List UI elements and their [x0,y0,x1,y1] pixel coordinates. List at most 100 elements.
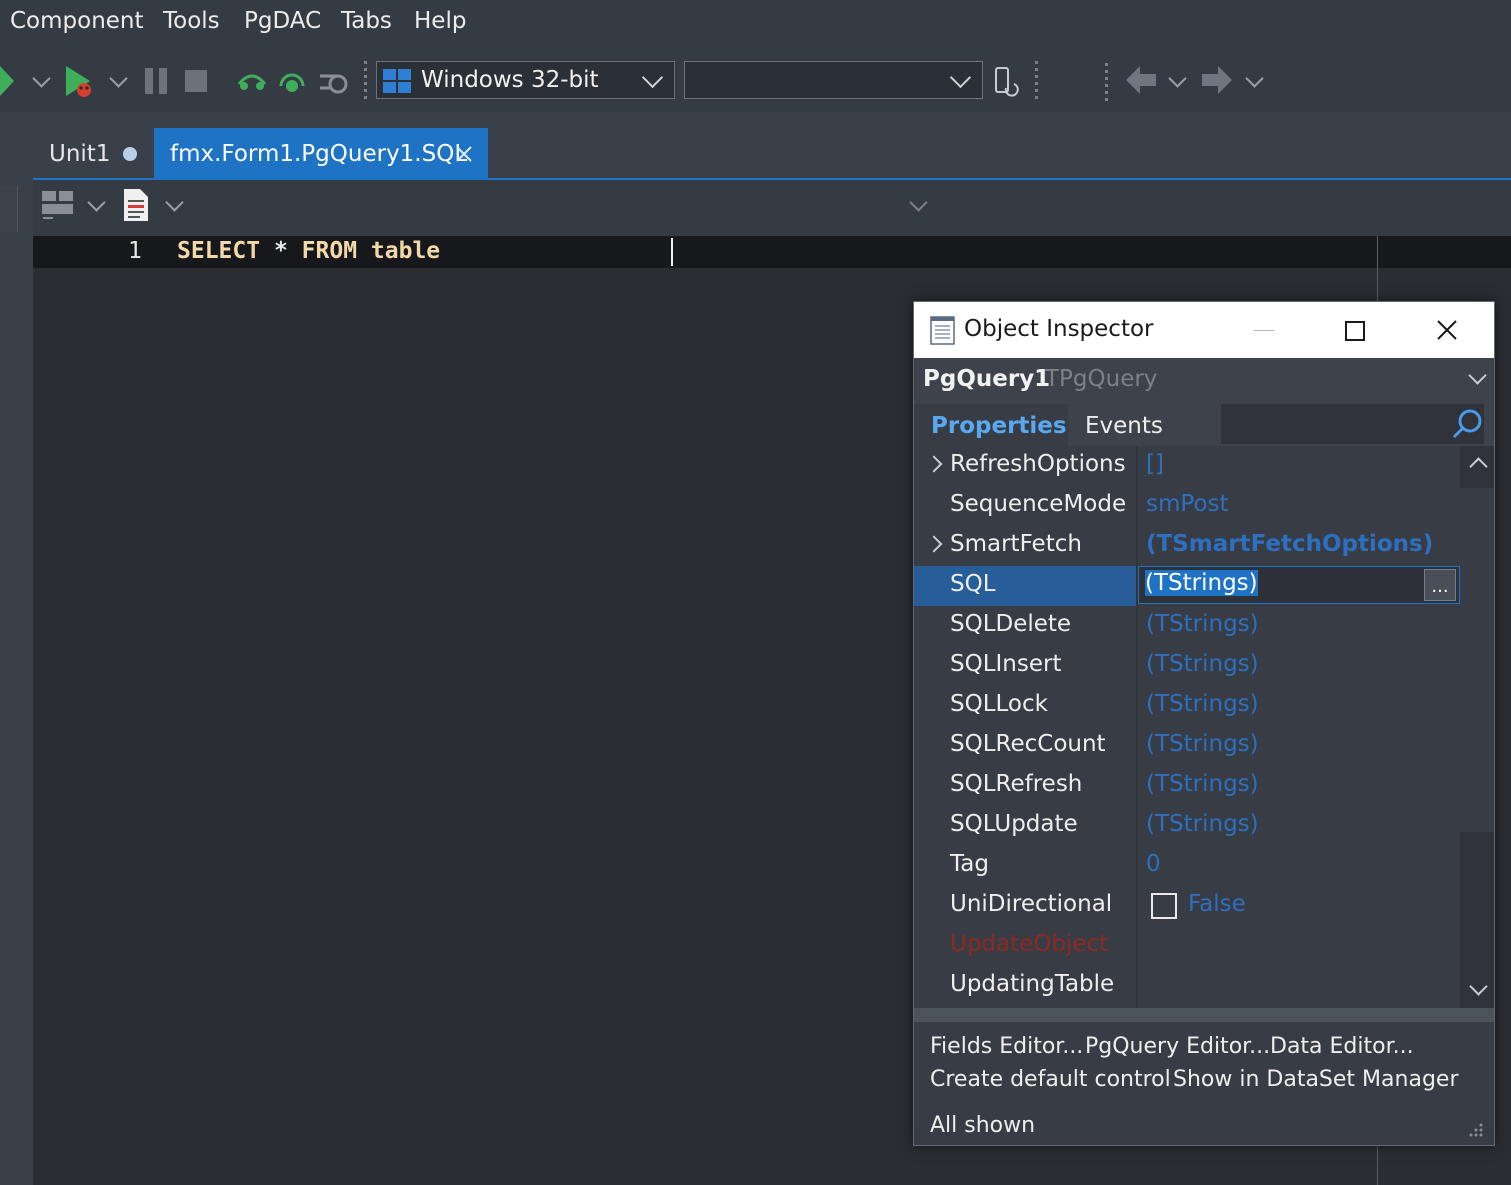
configuration-select[interactable] [684,61,983,99]
document-dropdown-icon[interactable] [165,193,184,212]
property-value[interactable]: (TStrings) [1146,611,1259,637]
menu-component[interactable]: Component [10,8,144,34]
property-row[interactable]: Tag 0 [914,846,1460,886]
back-arrow-icon[interactable] [1126,66,1158,94]
tab-label: Unit1 [49,141,111,167]
stop-icon[interactable] [185,70,207,92]
expand-icon[interactable] [925,455,943,473]
property-value[interactable]: (TStrings) [1146,771,1259,797]
forward-dropdown-icon[interactable] [1245,69,1264,88]
text-caret [671,238,673,266]
property-row-selected[interactable]: SQL (TStrings) ... [914,566,1460,606]
tab-unit1[interactable]: Unit1 [33,128,153,178]
close-icon[interactable] [456,146,472,162]
close-icon[interactable] [1437,320,1457,340]
property-value[interactable]: (TSmartFetchOptions) [1146,531,1433,557]
expand-icon[interactable] [925,535,943,553]
property-row[interactable]: UpdateObject [914,926,1460,966]
windows-icon [383,69,411,93]
property-row[interactable]: SQLDelete (TStrings) [914,606,1460,646]
property-row[interactable]: SQLRefresh (TStrings) [914,766,1460,806]
property-value[interactable]: (TStrings) [1145,570,1258,596]
chevron-down-icon[interactable] [949,66,972,89]
menu-tools[interactable]: Tools [163,8,220,34]
tab-pgquery-sql[interactable]: fmx.Form1.PgQuery1.SQL [154,128,488,178]
property-value[interactable]: smPost [1146,491,1229,517]
debug-dropdown-icon[interactable] [109,69,128,88]
create-default-control-link[interactable]: Create default control [930,1067,1171,1092]
maximize-icon[interactable] [1345,321,1365,341]
back-dropdown-icon[interactable] [1168,69,1187,88]
property-value[interactable]: 0 [1146,851,1161,877]
column-separator[interactable] [1136,446,1138,1008]
layout-dropdown-icon[interactable] [87,193,106,212]
search-input[interactable] [1221,404,1484,444]
run-dropdown-icon[interactable] [32,69,51,88]
property-value-editor[interactable]: (TStrings) ... [1138,566,1460,604]
search-icon[interactable] [1451,408,1483,440]
property-row[interactable]: SequenceMode smPost [914,486,1460,526]
run-to-cursor-icon[interactable] [316,68,348,96]
pause-icon[interactable] [145,68,169,94]
window-title: Object Inspector [964,316,1154,342]
scrollbar[interactable] [1460,446,1494,1008]
editor-dropdown-icon[interactable] [909,193,928,212]
minimize-icon[interactable] [1254,330,1274,331]
step-over-icon[interactable] [236,70,268,94]
chevron-down-icon[interactable] [641,66,664,89]
splitter[interactable] [914,1008,1494,1022]
scroll-down-icon[interactable] [1469,977,1488,996]
scroll-up-icon[interactable] [1469,457,1488,476]
code-line[interactable]: SELECT * FROM table [177,238,440,264]
ellipsis-button[interactable]: ... [1424,569,1456,601]
menu-help[interactable]: Help [414,8,466,34]
object-selector[interactable]: PgQuery1 TPgQuery [914,358,1494,404]
menu-pgdac[interactable]: PgDAC [244,8,321,34]
property-value[interactable]: (TStrings) [1146,811,1259,837]
layout-icon[interactable] [41,190,75,220]
object-inspector-titlebar[interactable]: Object Inspector [914,302,1494,358]
toolbar-grip[interactable] [364,61,367,99]
left-panel-handle[interactable] [0,186,18,232]
property-value[interactable]: [] [1146,451,1164,477]
toolbar-grip[interactable] [1105,63,1108,101]
property-name: SQLLock [950,691,1048,717]
property-row[interactable]: SQLUpdate (TStrings) [914,806,1460,846]
property-value[interactable]: (TStrings) [1146,731,1259,757]
property-name: UniDirectional [950,891,1113,917]
fields-editor-link[interactable]: Fields Editor... [930,1034,1083,1059]
property-row[interactable]: SQLRecCount (TStrings) [914,726,1460,766]
property-row[interactable]: SQLLock (TStrings) [914,686,1460,726]
property-row[interactable]: UpdatingTable [914,966,1460,1006]
tab-events[interactable]: Events [1069,404,1219,446]
property-value[interactable]: (TStrings) [1146,651,1259,677]
property-row[interactable]: SmartFetch (TSmartFetchOptions) [914,526,1460,566]
sql-keyword: FROM [301,238,358,264]
platform-select[interactable]: Windows 32-bit [376,61,675,99]
left-panel-strip [0,112,33,1185]
property-value[interactable]: False [1188,891,1246,917]
resize-grip-icon[interactable] [1468,1122,1484,1138]
forward-arrow-icon[interactable] [1200,66,1232,94]
menu-tabs[interactable]: Tabs [341,8,392,34]
show-in-dataset-manager-link[interactable]: Show in DataSet Manager [1173,1067,1458,1092]
property-name: SQLDelete [950,611,1072,637]
chevron-down-icon[interactable] [1468,366,1487,385]
debug-run-icon[interactable] [64,64,96,98]
scrollbar-thumb[interactable] [1460,488,1494,832]
property-row[interactable]: UniDirectional False [914,886,1460,926]
object-inspector-window: Object Inspector PgQuery1 TPgQuery Prope… [913,301,1495,1146]
pgquery-editor-link[interactable]: PgQuery Editor... [1085,1034,1270,1059]
trace-into-icon[interactable] [276,66,308,96]
property-value[interactable]: (TStrings) [1146,691,1259,717]
device-refresh-icon[interactable] [994,66,1020,98]
data-editor-link[interactable]: Data Editor... [1270,1034,1414,1059]
tab-properties[interactable]: Properties [914,404,1068,446]
checkbox[interactable] [1151,893,1177,919]
editor-toolbar [33,180,1511,236]
property-row[interactable]: RefreshOptions [] [914,446,1460,486]
toolbar-grip[interactable] [1035,61,1038,99]
property-row[interactable]: SQLInsert (TStrings) [914,646,1460,686]
document-icon[interactable] [121,188,151,222]
run-icon[interactable] [0,66,14,96]
